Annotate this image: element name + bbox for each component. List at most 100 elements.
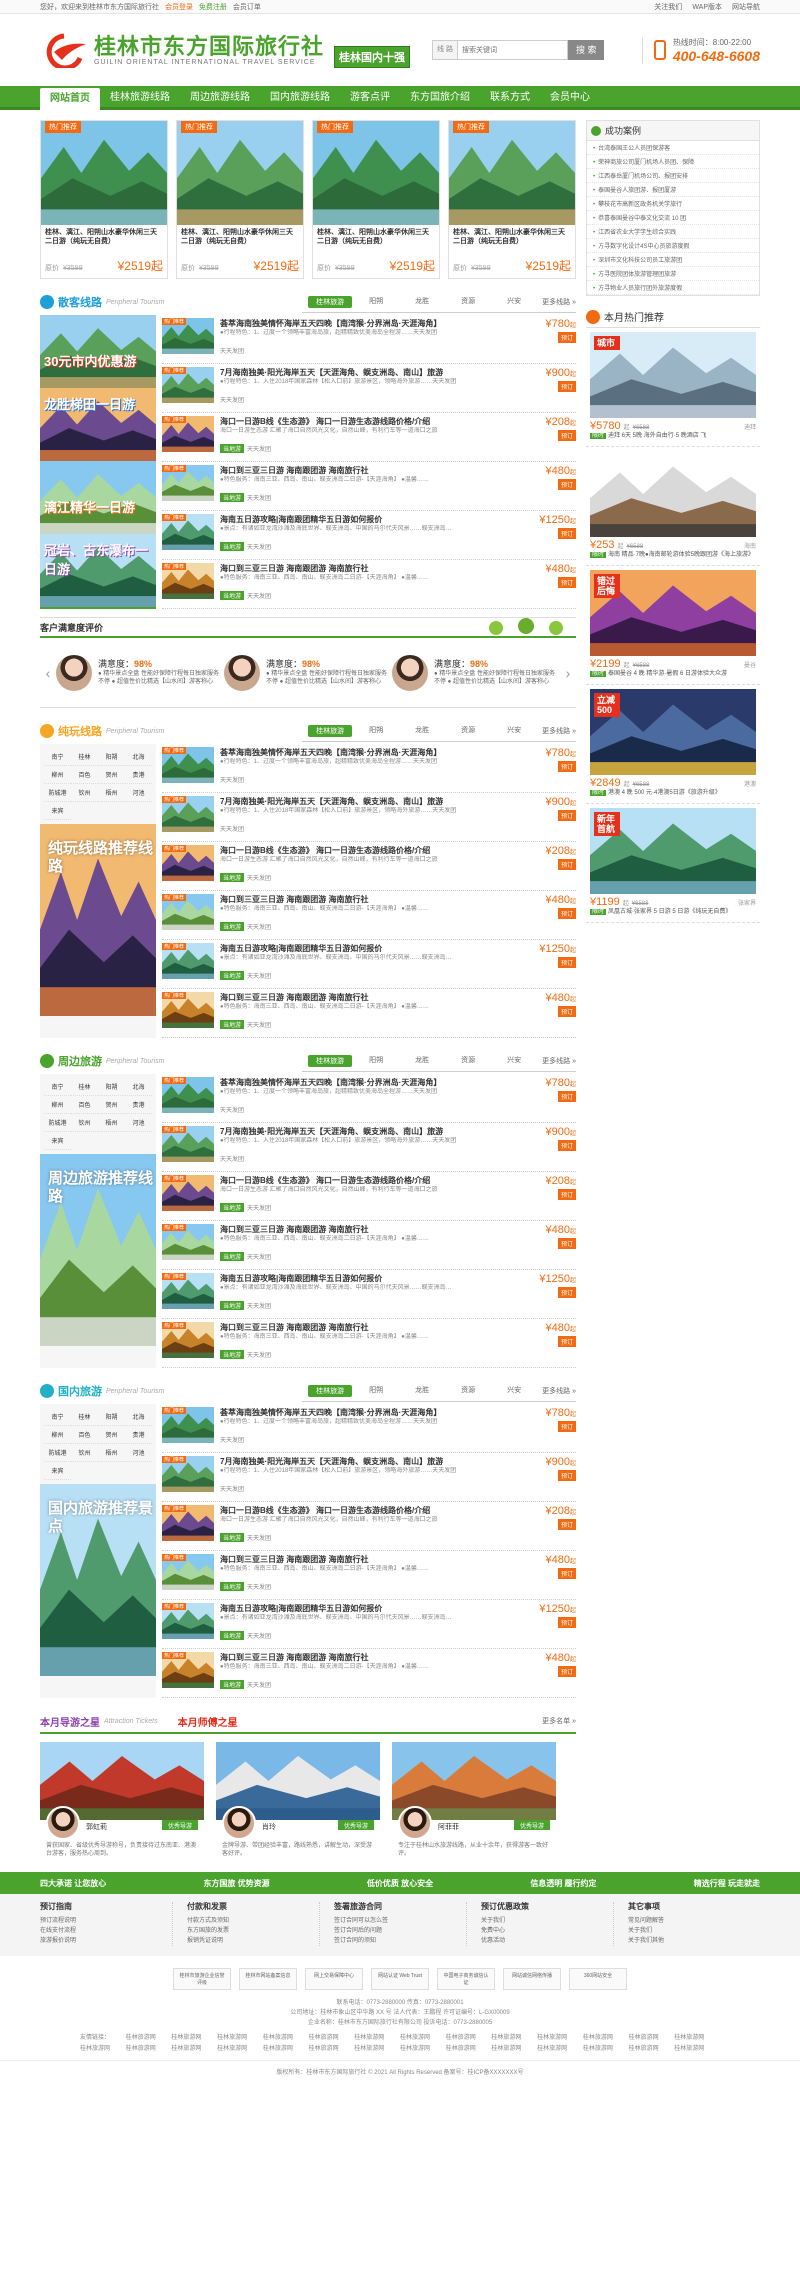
route-name[interactable]: 海口到三亚三日游 海南跟团游 海南旅行社 (220, 992, 536, 1003)
city-link[interactable]: 阳朔 (98, 1078, 125, 1096)
route-name[interactable]: 海口一日游B线《生态游》 海口一日游生态游线路价格/介绍 (220, 1175, 536, 1186)
section-tab[interactable]: 桂林旅游 (308, 1385, 353, 1397)
city-link[interactable]: 百色 (71, 1426, 98, 1444)
help-link[interactable]: 在线支付流程 (40, 1926, 172, 1936)
friend-link[interactable]: 桂林旅游网 (354, 2043, 400, 2052)
certificate-badge[interactable]: 网上交易保障中心 (305, 1968, 363, 1990)
city-link[interactable]: 贺州 (98, 766, 125, 784)
book-button[interactable]: 预订 (557, 1287, 576, 1298)
city-link[interactable]: 河池 (125, 784, 152, 802)
route-name[interactable]: 海南五日游攻略|海南跟团精华五日游如何报价 (220, 1603, 536, 1614)
route-name[interactable]: 海南五日游攻略|海南跟团精华五日游如何报价 (220, 1273, 536, 1284)
case-item[interactable]: 恭喜泰国曼谷中泰文化交流 10 团 (587, 211, 759, 225)
login-link[interactable]: 会员登录 (165, 4, 193, 11)
month-hot-item[interactable]: 城市 ¥5780 起 ¥6588 迪拜 限时 迪拜 6天 5晚 海外自由行·5 晚酒店 … (586, 328, 760, 447)
book-button[interactable]: 预订 (557, 1238, 576, 1249)
friend-link[interactable]: 桂林旅游网 (80, 2043, 126, 2052)
help-link[interactable]: 签订合同可以怎么签 (334, 1916, 466, 1926)
city-link[interactable]: 贺州 (98, 1096, 125, 1114)
book-button[interactable]: 预订 (557, 577, 576, 588)
section-tab[interactable]: 龙胜 (400, 1385, 444, 1397)
route-name[interactable]: 海口到三亚三日游 海南跟团游 海南旅行社 (220, 1554, 536, 1565)
help-link[interactable]: 关于我们其他 (628, 1936, 760, 1946)
section-tab[interactable]: 资源 (446, 725, 490, 737)
promise-item[interactable]: 精选行程 玩走就走 (694, 1878, 760, 1889)
city-link[interactable]: 梧州 (98, 1444, 125, 1462)
month-hot-item[interactable]: 新年首航 ¥1199 起 ¥6588 张家界 限时 凤凰古城·张家界 5 日游 5 日游… (586, 804, 760, 923)
book-button[interactable]: 预订 (557, 1519, 576, 1530)
city-link[interactable]: 钦州 (71, 1444, 98, 1462)
city-link[interactable]: 钦州 (71, 784, 98, 802)
case-item[interactable]: 深圳市文化科技公司员工旅游团 (587, 253, 759, 267)
friend-link[interactable]: 桂林旅游网 (537, 2043, 583, 2052)
certificate-badge[interactable]: 桂林市旅游企业信誉评级 (173, 1968, 231, 1990)
book-button[interactable]: 预订 (557, 1470, 576, 1481)
case-item[interactable]: 方寻数字化设计4S中心员旅游度假 (587, 239, 759, 253)
certificate-badge[interactable]: 中国电子商务诚信认证 (437, 1968, 495, 1990)
help-link[interactable]: 预订流程说明 (40, 1916, 172, 1926)
route-item[interactable]: 热门推荐 7月海南独美·阳光海岸五天【天涯海角、蜈支洲岛、南山】旅游 ●行程特色… (162, 1453, 576, 1502)
hot-card-title[interactable]: 桂林、漓江、阳朔山水豪华休闲三天二日游（纯玩无自费） (449, 225, 575, 255)
case-item[interactable]: 方寻物业人员旅行团外旅游度假 (587, 281, 759, 295)
city-link[interactable]: 贵港 (125, 1096, 152, 1114)
book-button[interactable]: 预订 (557, 1091, 576, 1102)
month-hot-item[interactable]: 错过后悔 ¥2199 起 ¥6588 曼谷 限时 泰国曼谷 4 晚 精华游·暑假 6 日… (586, 566, 760, 685)
hot-card-title[interactable]: 桂林、漓江、阳朔山水豪华休闲三天二日游（纯玩无自费） (313, 225, 439, 255)
hot-card-title[interactable]: 桂林、漓江、阳朔山水豪华休闲三天二日游（纯玩无自费） (41, 225, 167, 255)
city-link[interactable]: 南宁 (44, 1408, 71, 1426)
book-button[interactable]: 预订 (557, 1617, 576, 1628)
route-name[interactable]: 荟萃海南独美情怀海岸五天四晚【南湾猴·分界洲岛·天涯海角】 (220, 1077, 536, 1088)
route-name[interactable]: 7月海南独美·阳光海岸五天【天涯海角、蜈支洲岛、南山】旅游 (220, 1126, 536, 1137)
city-link[interactable]: 防城港 (44, 1114, 71, 1132)
case-item[interactable]: 方寻医院团体旅游管理团旅游 (587, 267, 759, 281)
city-link[interactable]: 河池 (125, 1114, 152, 1132)
friend-link[interactable]: 桂林旅游网 (309, 2043, 355, 2052)
route-item[interactable]: 热门推荐 海口到三亚三日游 海南跟团游 海南旅行社 ●特色服务：海南三亚、西岛、… (162, 560, 576, 609)
help-link[interactable]: 关于我们 (628, 1926, 760, 1936)
help-link[interactable]: 旅游报价说明 (40, 1936, 172, 1946)
city-link[interactable]: 桂林 (71, 748, 98, 766)
section-tab[interactable]: 桂林旅游 (308, 296, 353, 308)
certificate-badge[interactable]: 360网站安全 (569, 1968, 627, 1990)
friend-link[interactable]: 桂林旅游网 (309, 2032, 355, 2041)
section-tab[interactable]: 阳朔 (354, 1385, 398, 1397)
city-link[interactable]: 来宾 (44, 1462, 71, 1480)
friend-link[interactable]: 桂林旅游网 (263, 2043, 309, 2052)
city-link[interactable]: 来宾 (44, 802, 71, 820)
city-link[interactable]: 南宁 (44, 748, 71, 766)
route-item[interactable]: 热门推荐 海南五日游攻略|海南跟团精华五日游如何报价 ●景点：有诸如亚龙湾沙滩及… (162, 511, 576, 560)
route-item[interactable]: 热门推荐 海口到三亚三日游 海南跟团游 海南旅行社 ●特色服务：海南三亚、西岛、… (162, 1319, 576, 1368)
route-item[interactable]: 热门推荐 荟萃海南独美情怀海岸五天四晚【南湾猴·分界洲岛·天涯海角】 ●行程特色… (162, 744, 576, 793)
section-tab[interactable]: 兴安 (492, 296, 536, 308)
route-item[interactable]: 热门推荐 海口到三亚三日游 海南跟团游 海南旅行社 ●特色服务：海南三亚、西岛、… (162, 1551, 576, 1600)
route-name[interactable]: 海口一日游B线《生态游》 海口一日游生态游线路价格/介绍 (220, 416, 536, 427)
search-input[interactable] (457, 40, 568, 60)
route-item[interactable]: 热门推荐 海口一日游B线《生态游》 海口一日游生态游线路价格/介绍 海口一日游生… (162, 413, 576, 462)
city-link[interactable]: 北海 (125, 1078, 152, 1096)
book-button[interactable]: 预订 (557, 1568, 576, 1579)
city-link[interactable]: 梧州 (98, 784, 125, 802)
hot-card[interactable]: 热门推荐 桂林、漓江、阳朔山水豪华休闲三天二日游（纯玩无自费） 原价 ¥3599 ¥… (312, 120, 440, 279)
section-tab[interactable]: 龙胜 (400, 1055, 444, 1067)
nav-item-0[interactable]: 网站首页 (40, 88, 100, 110)
nav-item-4[interactable]: 游客点评 (340, 86, 400, 110)
route-item[interactable]: 热门推荐 海南五日游攻略|海南跟团精华五日游如何报价 ●景点：有诸如亚龙湾沙滩及… (162, 1270, 576, 1319)
route-name[interactable]: 荟萃海南独美情怀海岸五天四晚【南湾猴·分界洲岛·天涯海角】 (220, 318, 536, 329)
help-link[interactable]: 签订合同的须知 (334, 1936, 466, 1946)
route-item[interactable]: 热门推荐 海口一日游B线《生态游》 海口一日游生态游线路价格/介绍 海口一日游生… (162, 1172, 576, 1221)
friend-link[interactable]: 桂林旅游网 (171, 2043, 217, 2052)
nav-item-2[interactable]: 周边旅游线路 (180, 86, 260, 110)
city-link[interactable]: 百色 (71, 1096, 98, 1114)
friend-link[interactable]: 桂林旅游网 (629, 2032, 675, 2041)
city-link[interactable]: 北海 (125, 748, 152, 766)
promise-item[interactable]: 东方国旅 优势资源 (203, 1878, 269, 1889)
section-tab[interactable]: 资源 (446, 296, 490, 308)
promise-item[interactable]: 四大承诺 让您放心 (40, 1878, 106, 1889)
route-item[interactable]: 热门推荐 海口到三亚三日游 海南跟团游 海南旅行社 ●特色服务：海南三亚、西岛、… (162, 1649, 576, 1698)
book-button[interactable]: 预订 (557, 381, 576, 392)
hot-card[interactable]: 热门推荐 桂林、漓江、阳朔山水豪华休闲三天二日游（纯玩无自费） 原价 ¥3599 ¥… (40, 120, 168, 279)
route-item[interactable]: 热门推荐 荟萃海南独美情怀海岸五天四晚【南湾猴·分界洲岛·天涯海角】 ●行程特色… (162, 1404, 576, 1453)
route-item[interactable]: 热门推荐 荟萃海南独美情怀海岸五天四晚【南湾猴·分界洲岛·天涯海角】 ●行程特色… (162, 1074, 576, 1123)
city-link[interactable]: 桂林 (71, 1408, 98, 1426)
city-link[interactable]: 贺州 (98, 1426, 125, 1444)
